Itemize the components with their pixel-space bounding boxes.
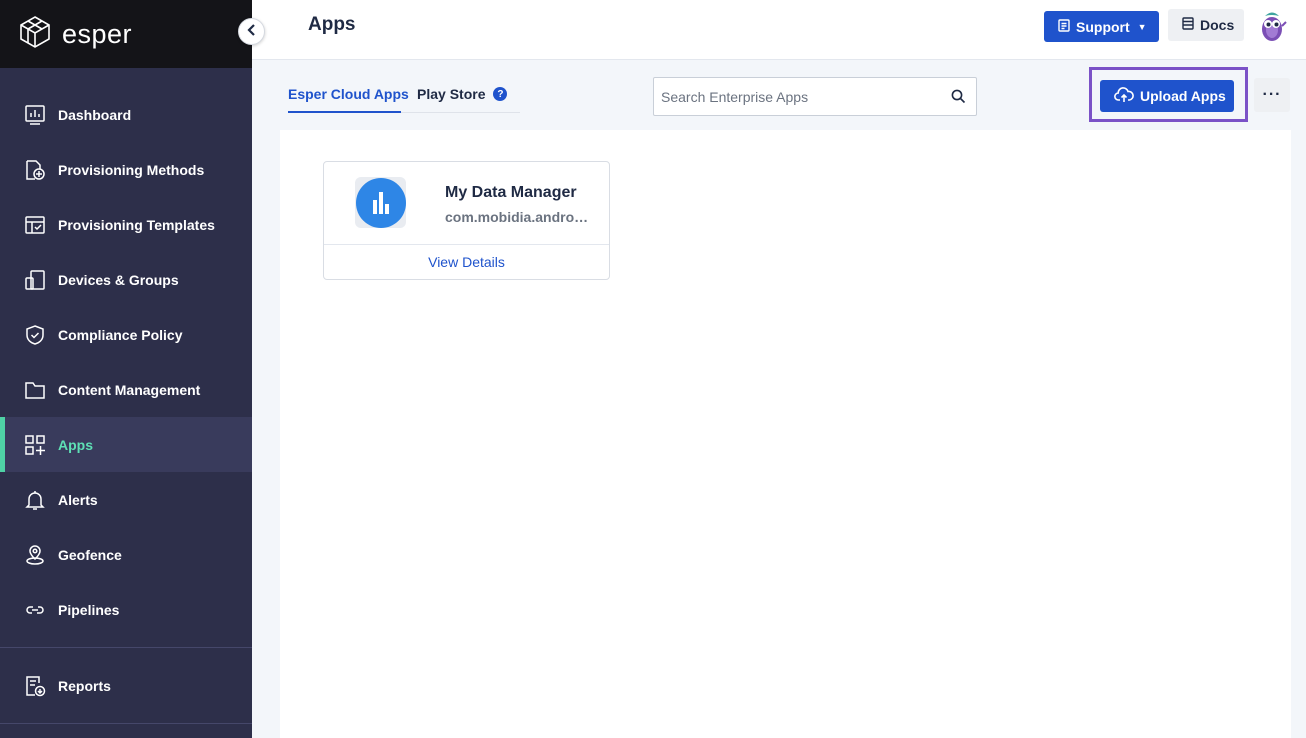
view-details-link[interactable]: View Details <box>324 245 609 279</box>
sidebar-item-label: Pipelines <box>58 601 120 618</box>
active-tab-indicator <box>288 111 401 113</box>
sidebar-item-label: Apps <box>58 436 93 453</box>
sidebar-item-provisioning-methods[interactable]: Provisioning Methods <box>0 142 252 197</box>
sidebar-item-label: Geofence <box>58 546 122 563</box>
sidebar-item-label: Alerts <box>58 491 98 508</box>
app-package: com.mobidia.android.mdm <box>445 209 590 225</box>
sidebar-item-label: Devices & Groups <box>58 271 179 288</box>
sidebar-item-alerts[interactable]: Alerts <box>0 472 252 527</box>
sidebar-item-reports[interactable]: Reports <box>0 658 252 713</box>
sidebar-item-dashboard[interactable]: Dashboard <box>0 87 252 142</box>
app-card: My Data Manager com.mobidia.android.mdm … <box>323 161 610 280</box>
devices-icon <box>24 269 46 291</box>
sidebar-item-devices-groups[interactable]: Devices & Groups <box>0 252 252 307</box>
provisioning-templates-icon <box>24 214 46 236</box>
sidebar-item-label: Content Management <box>58 381 201 398</box>
sidebar-item-provisioning-templates[interactable]: Provisioning Templates <box>0 197 252 252</box>
user-avatar[interactable] <box>1256 10 1288 44</box>
help-icon[interactable]: ? <box>493 87 508 101</box>
esper-logo-icon <box>18 15 52 54</box>
chevron-down-icon: ▼ <box>1137 21 1147 32</box>
docs-label: Docs <box>1200 17 1235 33</box>
reports-icon <box>24 675 46 697</box>
upload-apps-button[interactable]: Upload Apps <box>1100 80 1234 112</box>
geofence-icon <box>24 544 46 566</box>
search-input[interactable] <box>654 78 934 115</box>
sidebar-item-apps[interactable]: Apps <box>0 417 252 472</box>
sidebar-item-geofence[interactable]: Geofence <box>0 527 252 582</box>
tab-esper-cloud-apps[interactable]: Esper Cloud Apps <box>288 86 409 102</box>
support-icon <box>1058 18 1070 35</box>
docs-button[interactable]: Docs <box>1168 9 1244 41</box>
sidebar-item-content-management[interactable]: Content Management <box>0 362 252 417</box>
app-icon <box>355 177 406 228</box>
more-options-button[interactable]: ··· <box>1254 78 1290 112</box>
dashboard-icon <box>24 104 46 126</box>
top-header: Apps Support ▼ Docs <box>252 0 1306 60</box>
app-name: My Data Manager <box>445 184 577 201</box>
sidebar-divider <box>0 723 252 724</box>
more-icon: ··· <box>1262 86 1282 103</box>
apps-icon <box>24 434 46 456</box>
support-button[interactable]: Support ▼ <box>1044 11 1159 42</box>
docs-icon <box>1182 17 1194 33</box>
sidebar-item-label: Compliance Policy <box>58 326 183 343</box>
sidebar-item-label: Provisioning Templates <box>58 216 215 233</box>
sidebar-item-label: Provisioning Methods <box>58 161 205 178</box>
sidebar-item-label: Reports <box>58 677 111 694</box>
cloud-upload-icon <box>1114 86 1134 106</box>
tab-label: Play Store <box>417 86 486 102</box>
sidebar-item-compliance-policy[interactable]: Compliance Policy <box>0 307 252 362</box>
provisioning-methods-icon <box>24 159 46 181</box>
folder-icon <box>24 379 46 401</box>
shield-icon <box>24 324 46 346</box>
support-label: Support <box>1076 18 1130 35</box>
brand-name: esper <box>62 18 133 49</box>
sidebar-item-pipelines[interactable]: Pipelines <box>0 582 252 637</box>
tab-play-store[interactable]: Play Store ? <box>417 86 508 102</box>
sidebar: esper Dashboard Provisioning Methods Pro… <box>0 0 252 738</box>
sidebar-divider <box>0 647 252 648</box>
pipelines-icon <box>24 599 46 621</box>
brand: esper <box>0 0 252 68</box>
search-icon[interactable] <box>951 89 966 109</box>
sidebar-item-label: Dashboard <box>58 106 132 123</box>
bell-icon <box>24 489 46 511</box>
upload-apps-label: Upload Apps <box>1140 88 1226 104</box>
chevron-left-icon <box>246 23 257 41</box>
page-title: Apps <box>308 14 356 35</box>
sidebar-collapse-button[interactable] <box>238 18 265 45</box>
search-box <box>653 77 977 116</box>
